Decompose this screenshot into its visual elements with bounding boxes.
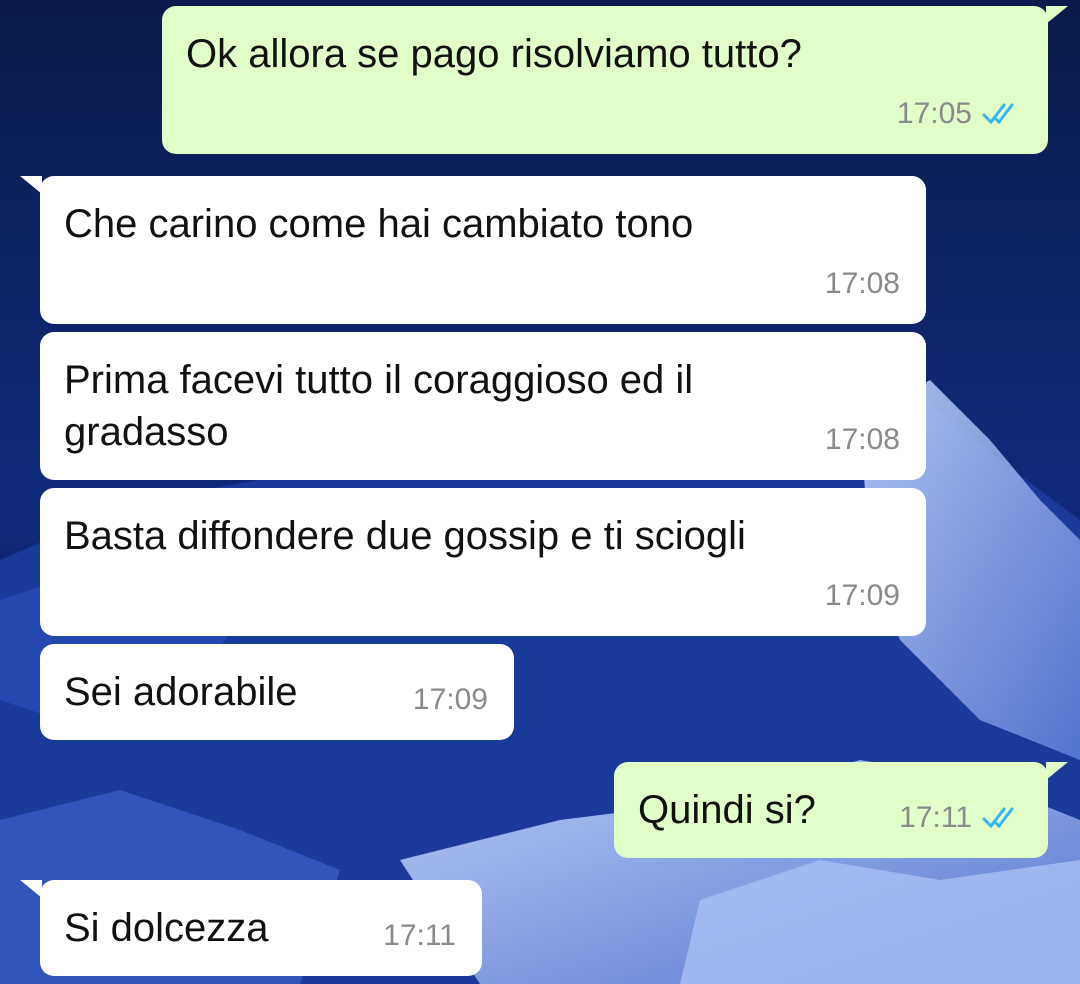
message-bubble-incoming[interactable]: Sei adorabile 17:09 <box>40 644 514 740</box>
message-time: 17:05 <box>896 97 972 130</box>
message-meta: 17:08 <box>825 258 900 310</box>
message-meta: 17:11 <box>899 792 1022 844</box>
message-text: Ok allora se pago risolviamo tutto? <box>186 32 802 76</box>
message-time: 17:11 <box>899 801 972 834</box>
message-time: 17:08 <box>824 267 900 300</box>
message-time: 17:09 <box>824 579 900 612</box>
message-meta: 17:05 <box>897 88 1022 140</box>
double-check-read-icon <box>982 103 1014 125</box>
message-time: 17:11 <box>383 919 456 952</box>
message-bubble-outgoing[interactable]: Ok allora se pago risolviamo tutto? 17:0… <box>162 6 1068 154</box>
message-meta: 17:09 <box>413 674 488 726</box>
message-text: Che carino come hai cambiato tono <box>64 202 694 246</box>
double-check-read-icon <box>982 807 1014 829</box>
message-bubble-incoming[interactable]: Che carino come hai cambiato tono 17:08 <box>20 176 926 324</box>
message-time: 17:08 <box>824 423 900 456</box>
message-bubble-outgoing[interactable]: Quindi si? 17:11 <box>614 762 1068 858</box>
message-bubble-incoming[interactable]: Basta diffondere due gossip e ti sciogli… <box>40 488 926 636</box>
message-bubble-incoming[interactable]: Prima facevi tutto il coraggioso ed il g… <box>40 332 926 480</box>
message-text: Prima facevi tutto il coraggioso ed il g… <box>64 358 694 454</box>
message-bubble-incoming[interactable]: Si dolcezza 17:11 <box>20 880 482 976</box>
message-meta: 17:09 <box>825 570 900 622</box>
message-time: 17:09 <box>412 683 488 716</box>
message-meta: 17:11 <box>383 910 456 962</box>
message-text: Basta diffondere due gossip e ti sciogli <box>64 514 746 558</box>
message-meta: 17:08 <box>825 414 900 466</box>
